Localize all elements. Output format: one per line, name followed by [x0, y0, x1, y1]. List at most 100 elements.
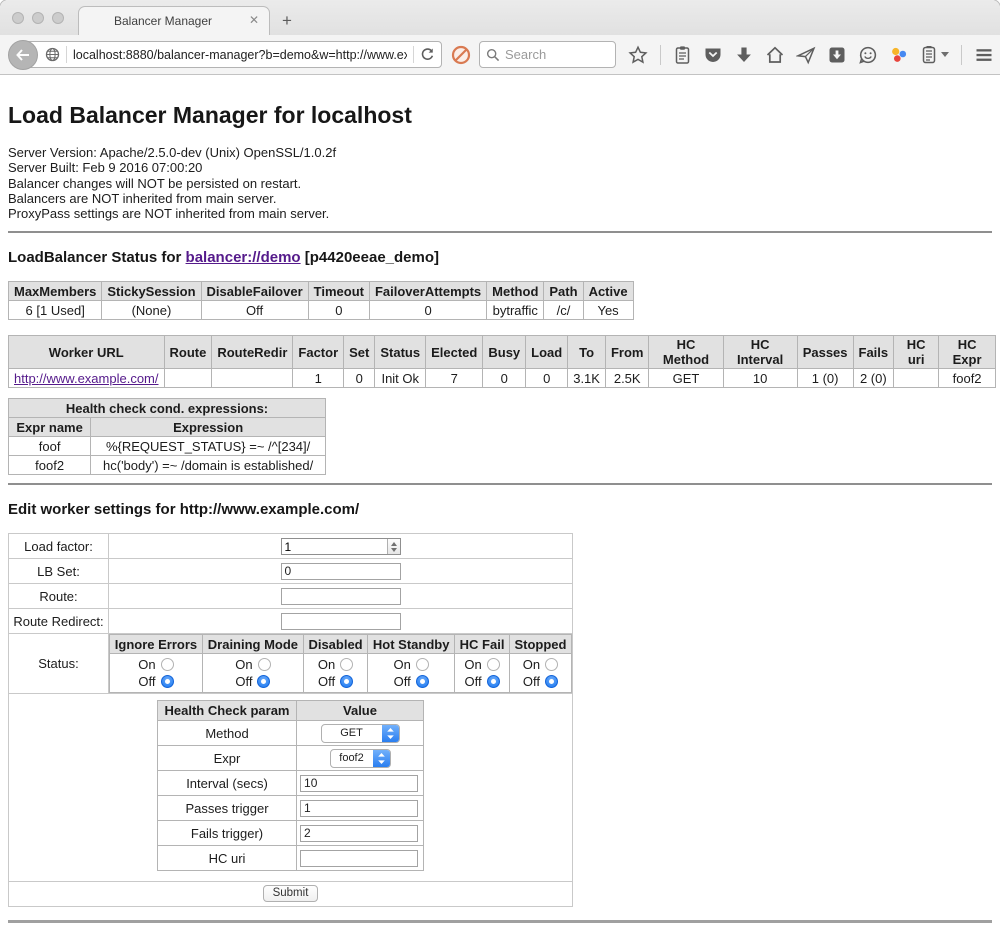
route-redirect-input[interactable] — [281, 613, 401, 630]
column-header: Fails — [853, 336, 894, 369]
close-window-button[interactable] — [12, 12, 24, 24]
form-row-health-check: Health Check paramValueMethodGETExprfoof… — [9, 694, 573, 882]
edit-worker-form: Load factor: LB Set: Route: — [8, 533, 573, 907]
column-header: To — [568, 336, 606, 369]
block-shield-icon[interactable] — [451, 45, 471, 65]
radio-off-hc-fail[interactable] — [487, 675, 500, 688]
bookmark-star-icon[interactable] — [628, 45, 648, 65]
download-icon[interactable] — [734, 45, 754, 65]
page-title: Load Balancer Manager for localhost — [8, 75, 992, 129]
balancer-heading-suffix: [p4420eeae_demo] — [301, 249, 439, 266]
method-select[interactable]: GET — [321, 724, 400, 743]
chat-smiley-icon[interactable] — [858, 45, 878, 65]
radio-label: Off — [523, 674, 540, 689]
hc-param-label: Expr — [158, 746, 297, 771]
table-cell: 2.5K — [605, 369, 649, 388]
form-row-route-redirect: Route Redirect: — [9, 609, 573, 634]
radio-off-ignore-errors[interactable] — [161, 675, 174, 688]
hc-param-row: Fails trigger) — [158, 821, 424, 846]
window-controls — [12, 12, 64, 24]
tab-balancer-manager[interactable]: Balancer Manager ✕ — [78, 6, 270, 35]
radio-on-draining-mode[interactable] — [258, 658, 271, 671]
lb-set-input[interactable] — [281, 563, 401, 580]
send-icon[interactable] — [796, 45, 816, 65]
table-cell: 0 — [308, 301, 369, 320]
radio-on-hc-fail[interactable] — [487, 658, 500, 671]
pocket-icon[interactable] — [703, 45, 723, 65]
home-icon[interactable] — [765, 45, 785, 65]
radio-label: On — [394, 657, 411, 672]
radio-off-disabled[interactable] — [340, 675, 353, 688]
table-cell: 6 [1 Used] — [9, 301, 102, 320]
interval-secs-input[interactable] — [300, 775, 418, 792]
hc-param-row: MethodGET — [158, 721, 424, 746]
toolbar-icons — [628, 45, 1000, 65]
navigation-toolbar: localhost:8880/balancer-manager?b=demo&w… — [0, 35, 1000, 75]
status-radio-cell: OnOff — [303, 654, 367, 693]
server-info-line: Balancers are NOT inherited from main se… — [8, 191, 992, 206]
back-button[interactable] — [8, 40, 38, 70]
health-check-expressions-table: Health check cond. expressions:Expr name… — [8, 398, 326, 475]
passes-trigger-input[interactable] — [300, 800, 418, 817]
form-row-lb-set: LB Set: — [9, 559, 573, 584]
table-cell — [164, 369, 212, 388]
server-info-line: Balancer changes will NOT be persisted o… — [8, 176, 992, 191]
status-column-header: Stopped — [509, 635, 571, 654]
minimize-window-button[interactable] — [32, 12, 44, 24]
table-cell: 3.1K — [568, 369, 606, 388]
table-cell: Off — [201, 301, 308, 320]
hc-uri-input[interactable] — [300, 850, 418, 867]
expression-cell: %{REQUEST_STATUS} =~ /^[234]/ — [91, 437, 326, 456]
radio-off-stopped[interactable] — [545, 675, 558, 688]
radio-on-ignore-errors[interactable] — [161, 658, 174, 671]
new-tab-button[interactable]: + — [282, 11, 292, 31]
status-radio-cell: OnOff — [110, 654, 203, 693]
fails-trigger-input[interactable] — [300, 825, 418, 842]
hc-param-label: Interval (secs) — [158, 771, 297, 796]
route-input[interactable] — [281, 588, 401, 605]
load-factor-label: Load factor: — [9, 534, 109, 559]
zoom-window-button[interactable] — [52, 12, 64, 24]
status-column-header: Draining Mode — [202, 635, 303, 654]
radio-on-hot-standby[interactable] — [416, 658, 429, 671]
url-divider — [66, 46, 67, 63]
load-factor-input[interactable] — [282, 539, 387, 554]
search-bar[interactable] — [479, 41, 616, 68]
column-header: DisableFailover — [201, 282, 308, 301]
table-cell: (None) — [102, 301, 201, 320]
radio-off-hot-standby[interactable] — [416, 675, 429, 688]
form-row-route: Route: — [9, 584, 573, 609]
colored-dots-icon[interactable] — [889, 45, 909, 65]
table-cell: 0 — [526, 369, 568, 388]
expr-select[interactable]: foof2 — [330, 749, 391, 768]
column-header: FailoverAttempts — [369, 282, 486, 301]
table-cell: foof2 — [939, 369, 996, 388]
status-column-header: HC Fail — [455, 635, 510, 654]
reload-icon[interactable] — [420, 47, 435, 62]
url-bar[interactable]: localhost:8880/balancer-manager?b=demo&w… — [22, 41, 442, 68]
balancer-link[interactable]: balancer://demo — [186, 249, 301, 266]
column-header: Value — [297, 701, 424, 721]
status-radio-cell: OnOff — [455, 654, 510, 693]
load-factor-field[interactable] — [281, 538, 401, 555]
status-radio-cell: OnOff — [202, 654, 303, 693]
column-header: Load — [526, 336, 568, 369]
radio-label: On — [523, 657, 540, 672]
status-radio-cell: OnOff — [368, 654, 455, 693]
submit-button[interactable]: Submit — [263, 885, 319, 902]
menu-icon[interactable] — [974, 45, 994, 65]
worker-url-link[interactable]: http://www.example.com/ — [14, 371, 159, 386]
number-stepper-icon[interactable] — [387, 539, 400, 554]
status-column-header: Ignore Errors — [110, 635, 203, 654]
column-header: Elected — [426, 336, 483, 369]
radio-off-draining-mode[interactable] — [257, 675, 270, 688]
radio-on-disabled[interactable] — [340, 658, 353, 671]
clipboard-icon[interactable] — [673, 45, 692, 65]
tab-close-icon[interactable]: ✕ — [249, 14, 259, 26]
search-input[interactable] — [505, 47, 605, 62]
table-cell: /c/ — [544, 301, 583, 320]
download-box-icon[interactable] — [827, 45, 847, 65]
container-icon[interactable] — [920, 45, 949, 65]
radio-on-stopped[interactable] — [545, 658, 558, 671]
url-text[interactable]: localhost:8880/balancer-manager?b=demo&w… — [73, 48, 407, 62]
